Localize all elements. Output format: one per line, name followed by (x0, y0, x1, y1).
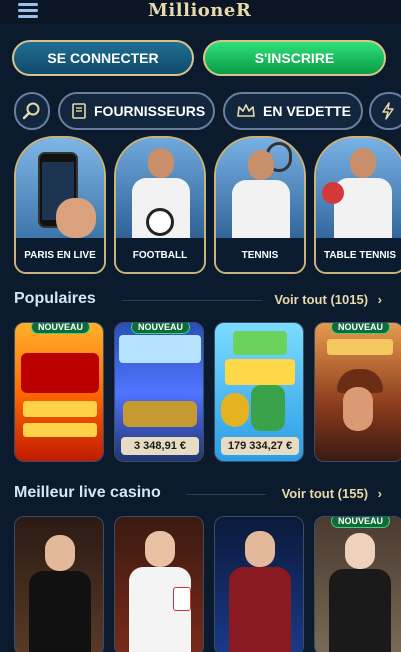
new-badge: NOUVEAU (131, 323, 191, 334)
search-icon (22, 102, 40, 120)
tennis-player-image (216, 138, 304, 242)
live-game-card[interactable] (214, 516, 304, 652)
live-game-card[interactable] (114, 516, 204, 652)
section-divider (122, 300, 262, 301)
live-dealer-image (315, 517, 401, 652)
section-title: Meilleur live casino (14, 484, 161, 501)
table-tennis-player-image (316, 138, 401, 242)
see-all-link[interactable]: Voir tout (155) › (282, 486, 382, 501)
live-dealer-image (215, 517, 303, 652)
more-categories-button[interactable] (369, 92, 401, 130)
section-divider (186, 494, 266, 495)
game-artwork (15, 323, 103, 461)
quick-link-table-tennis[interactable]: TABLE TENNIS (314, 136, 401, 274)
quick-link-label: TABLE TENNIS (316, 238, 401, 272)
game-card[interactable]: NOUVEAU (314, 322, 401, 462)
see-all-label: Voir tout (1015) (274, 292, 369, 307)
popular-section-header: Populaires Voir tout (1015) › (14, 290, 386, 312)
quick-link-football[interactable]: FOOTBALL (114, 136, 206, 274)
providers-label: FOURNISSEURS (94, 103, 206, 119)
live-game-card[interactable]: NOUVEAU (314, 516, 401, 652)
live-casino-section-header: Meilleur live casino Voir tout (155) › (14, 484, 386, 506)
game-card[interactable]: NOUVEAU 3 348,91 € (114, 322, 204, 462)
site-logo[interactable]: MillioneR (148, 0, 251, 22)
section-title: Populaires (14, 290, 96, 307)
live-dealer-image (15, 517, 103, 652)
category-bar: FOURNISSEURS EN VEDETTE (0, 92, 401, 130)
quick-link-live-betting[interactable]: PARIS EN LIVE (14, 136, 106, 274)
live-casino-row: NOUVEAU (0, 516, 401, 652)
featured-button[interactable]: EN VEDETTE (223, 92, 363, 130)
search-button[interactable] (14, 92, 50, 130)
featured-label: EN VEDETTE (263, 103, 351, 119)
quick-link-label: FOOTBALL (116, 238, 204, 272)
game-card[interactable]: NOUVEAU (14, 322, 104, 462)
see-all-label: Voir tout (155) (281, 486, 369, 501)
providers-button[interactable]: FOURNISSEURS (58, 92, 215, 130)
chevron-right-icon: › (377, 486, 382, 501)
login-button[interactable]: SE CONNECTER (12, 40, 194, 76)
popular-games-row: NOUVEAU NOUVEAU 3 348,91 € 179 334,27 € … (0, 322, 401, 464)
sport-quick-links: PARIS EN LIVE FOOTBALL TENNIS TABLE TENN… (0, 136, 401, 276)
top-bar: MillioneR (0, 0, 401, 24)
live-game-card[interactable] (14, 516, 104, 652)
quick-link-tennis[interactable]: TENNIS (214, 136, 306, 274)
jackpot-amount: 179 334,27 € (221, 437, 299, 455)
game-card[interactable]: 179 334,27 € (214, 322, 304, 462)
new-badge: NOUVEAU (331, 323, 391, 334)
see-all-link[interactable]: Voir tout (1015) › (274, 292, 382, 307)
jackpot-amount: 3 348,91 € (121, 437, 199, 455)
hamburger-menu-icon[interactable] (18, 3, 38, 19)
chevron-right-icon: › (377, 292, 382, 307)
quick-link-label: PARIS EN LIVE (16, 238, 104, 272)
book-icon (72, 102, 86, 120)
live-betting-image (16, 138, 104, 242)
lightning-icon (382, 102, 394, 120)
auth-buttons: SE CONNECTER S'INSCRIRE (12, 40, 386, 76)
game-artwork (315, 323, 401, 461)
new-badge: NOUVEAU (331, 517, 391, 528)
new-badge: NOUVEAU (31, 323, 91, 334)
signup-button[interactable]: S'INSCRIRE (203, 40, 386, 76)
football-player-image (116, 138, 204, 242)
crown-icon (237, 102, 255, 120)
live-dealer-image (115, 517, 203, 652)
quick-link-label: TENNIS (216, 238, 304, 272)
